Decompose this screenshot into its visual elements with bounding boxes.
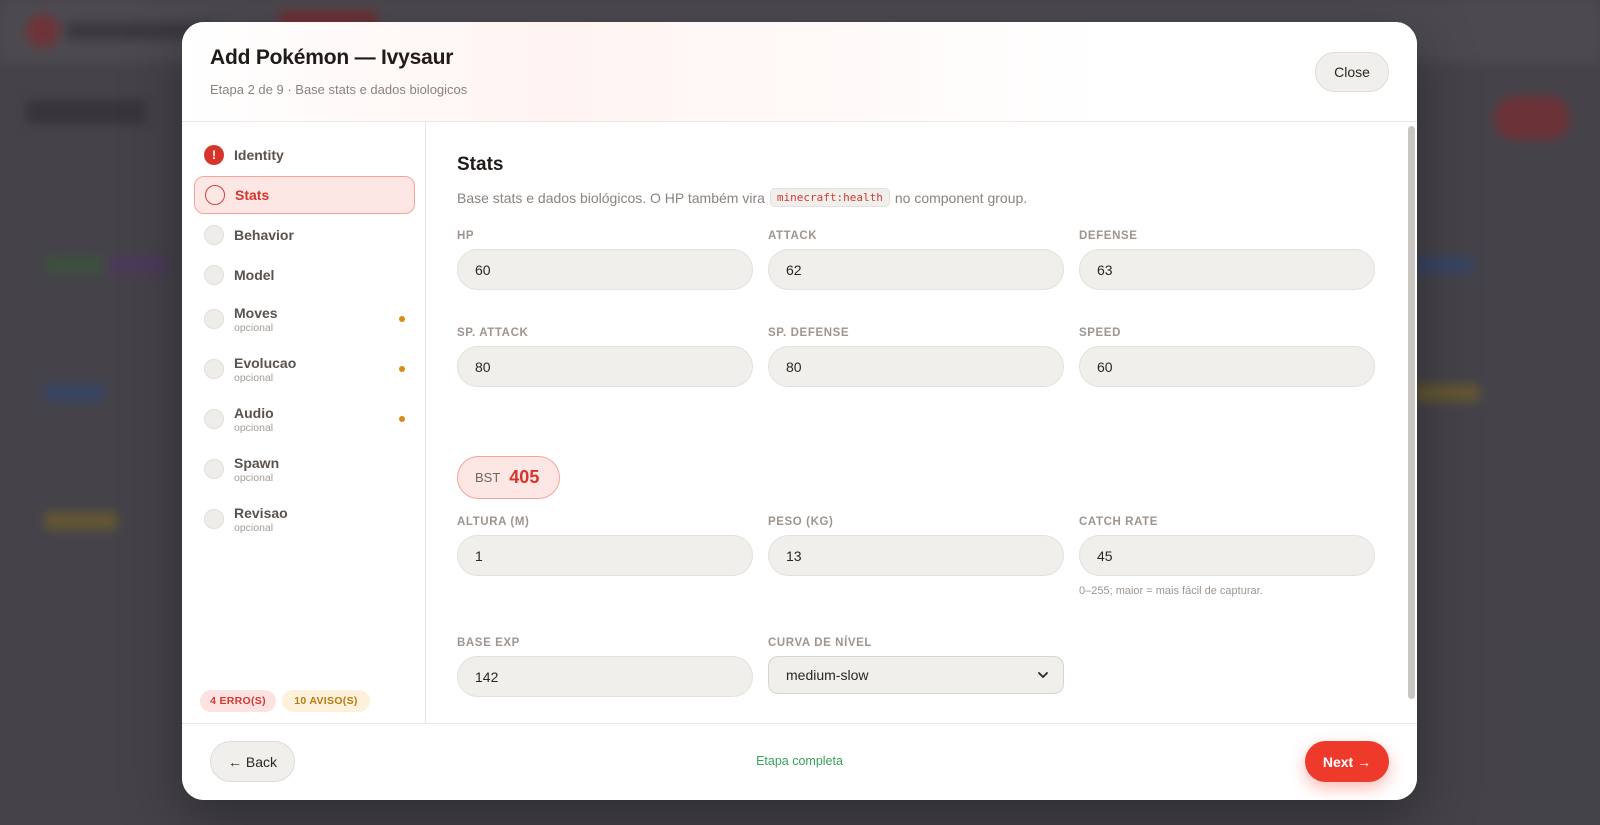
warnings-badge: 10 AVISO(S): [282, 690, 370, 712]
step-circle-icon: [204, 409, 224, 429]
catch-rate-label: CATCH RATE: [1079, 516, 1159, 528]
step-model[interactable]: Model: [194, 256, 415, 294]
catch-rate-hint: 0–255; maior = mais fácil de capturar.: [1079, 585, 1263, 597]
step-optional-label: opcional: [234, 371, 274, 384]
step-text: Audio opcional: [234, 405, 274, 434]
step-label: Identity: [234, 147, 284, 163]
errors-badge: 4 ERRO(S): [200, 690, 276, 712]
next-button[interactable]: Next →: [1305, 741, 1389, 782]
height-input[interactable]: 1: [457, 535, 753, 576]
error-icon: !: [204, 145, 224, 165]
step-circle-icon: [204, 359, 224, 379]
step-text: Model: [234, 267, 274, 283]
height-label: ALTURA (M): [457, 516, 530, 528]
step-circle-icon: [204, 459, 224, 479]
step-text: Identity: [234, 147, 284, 163]
step-revisao[interactable]: Revisao opcional: [194, 500, 415, 538]
growth-rate-label: CURVA DE NÍVEL: [768, 637, 873, 649]
growth-rate-select[interactable]: medium-slow: [768, 656, 1064, 694]
bst-label: BST: [475, 470, 501, 485]
step-optional-label: opcional: [234, 321, 274, 334]
description-text: Base stats e dados biológicos. O HP tamb…: [457, 189, 765, 206]
step-text: Behavior: [234, 227, 294, 243]
step-status: Etapa completa: [756, 754, 843, 768]
sp-defense-input[interactable]: 80: [768, 346, 1064, 387]
weight-label: PESO (KG): [768, 516, 834, 528]
warning-dot-icon: [399, 366, 405, 372]
speed-input[interactable]: 60: [1079, 346, 1375, 387]
step-label: Revisao: [234, 504, 288, 521]
wizard-steps-sidebar: ! Identity Stats Behavior Model Moves opcional…: [182, 122, 426, 723]
speed-label: SPEED: [1079, 327, 1121, 339]
step-label: Audio: [234, 404, 274, 421]
chevron-down-icon: [1038, 672, 1048, 678]
section-title: Stats: [457, 154, 504, 175]
hp-input[interactable]: 60: [457, 249, 753, 290]
sp-attack-label: SP. ATTACK: [457, 327, 529, 339]
close-button[interactable]: Close: [1315, 52, 1389, 92]
step-behavior[interactable]: Behavior: [194, 216, 415, 254]
defense-input[interactable]: 63: [1079, 249, 1375, 290]
section-description: Base stats e dados biológicos. O HP tamb…: [457, 188, 1027, 207]
step-moves[interactable]: Moves opcional: [194, 300, 415, 338]
modal-title: Add Pokémon — Ivysaur: [210, 46, 454, 69]
stats-panel: Stats Base stats e dados biológicos. O H…: [427, 122, 1417, 723]
modal-header: Add Pokémon — Ivysaur Etapa 2 de 9 · Bas…: [182, 22, 1417, 122]
step-stats[interactable]: Stats: [194, 176, 415, 214]
step-circle-icon: [205, 185, 225, 205]
weight-input[interactable]: 13: [768, 535, 1064, 576]
step-text: Moves opcional: [234, 305, 278, 334]
step-optional-label: opcional: [234, 521, 274, 534]
warning-dot-icon: [399, 416, 405, 422]
growth-rate-value: medium-slow: [786, 667, 869, 683]
description-text-end: no component group.: [894, 189, 1028, 206]
hp-label: HP: [457, 230, 475, 242]
step-spawn[interactable]: Spawn opcional: [194, 450, 415, 488]
step-circle-icon: [204, 265, 224, 285]
step-circle-icon: [204, 309, 224, 329]
step-optional-label: opcional: [234, 471, 274, 484]
step-text: Evolucao opcional: [234, 355, 296, 384]
step-circle-icon: [204, 225, 224, 245]
base-exp-label: BASE EXP: [457, 637, 520, 649]
step-evolucao[interactable]: Evolucao opcional: [194, 350, 415, 388]
attack-input[interactable]: 62: [768, 249, 1064, 290]
step-identity[interactable]: ! Identity: [194, 136, 415, 174]
step-label: Behavior: [234, 227, 294, 243]
attack-label: ATTACK: [768, 230, 818, 242]
step-label: Model: [234, 267, 275, 283]
step-label: Evolucao: [234, 354, 297, 371]
defense-label: DEFENSE: [1079, 230, 1138, 242]
step-label: Spawn: [234, 454, 280, 471]
add-pokemon-modal: Add Pokémon — Ivysaur Etapa 2 de 9 · Bas…: [182, 22, 1417, 800]
warning-dot-icon: [399, 316, 405, 322]
step-audio[interactable]: Audio opcional: [194, 400, 415, 438]
panel-scrollbar[interactable]: [1408, 126, 1415, 699]
health-component-code: minecraft:health: [769, 188, 890, 207]
step-label: Moves: [234, 304, 278, 321]
modal-footer: ← Back Etapa completa Next →: [182, 723, 1417, 800]
step-label: Stats: [235, 187, 270, 203]
step-optional-label: opcional: [234, 421, 274, 434]
catch-rate-input[interactable]: 45: [1079, 535, 1375, 576]
sp-defense-label: SP. DEFENSE: [768, 327, 850, 339]
bst-value: 405: [509, 467, 540, 487]
step-text: Spawn opcional: [234, 455, 279, 484]
step-text: Stats: [235, 187, 269, 203]
base-exp-input[interactable]: 142: [457, 656, 753, 697]
modal-subtitle: Etapa 2 de 9 · Base stats e dados biolog…: [210, 82, 468, 97]
step-circle-icon: [204, 509, 224, 529]
sp-attack-input[interactable]: 80: [457, 346, 753, 387]
step-text: Revisao opcional: [234, 505, 288, 534]
bst-total: BST 405: [457, 456, 560, 499]
